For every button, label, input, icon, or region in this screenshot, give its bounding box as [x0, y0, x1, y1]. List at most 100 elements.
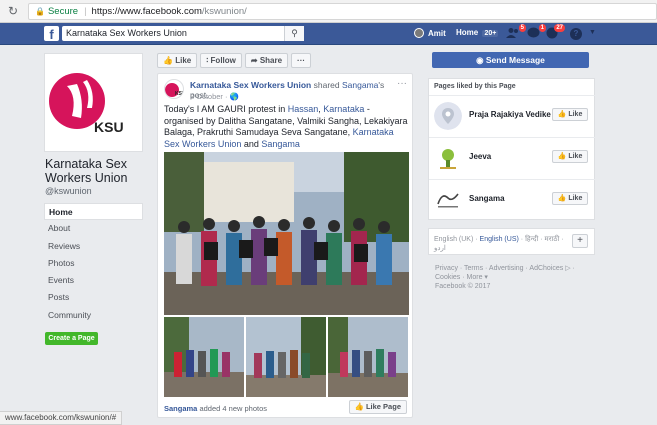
shared-from-link[interactable]: Sangama	[342, 80, 378, 90]
post-main-photo[interactable]	[164, 152, 409, 315]
left-nav-home[interactable]: Home	[44, 203, 143, 221]
reload-icon[interactable]: ↻	[8, 4, 22, 18]
footer-line-2[interactable]: Cookies · More ▾	[435, 273, 590, 282]
post-text-part-1: Today's I AM GAURI protest in	[164, 104, 288, 114]
liked-page-row: Sangama 👍 Like	[429, 179, 596, 219]
globe-notifications-icon[interactable]: 27	[545, 24, 565, 41]
send-message-button[interactable]: ◉ Send Message	[432, 52, 589, 68]
create-page-button[interactable]: Create a Page	[45, 332, 98, 345]
lock-icon: 🔒	[34, 6, 45, 16]
protest-photo-image	[164, 152, 409, 315]
liked-page-like-label: Like	[568, 111, 583, 118]
like-page-action-button[interactable]: 👍 Like	[157, 53, 198, 68]
post-thumbnail-2[interactable]	[246, 317, 326, 397]
svg-text:KSU: KSU	[175, 91, 184, 97]
post-text-and: and	[241, 138, 262, 149]
avatar	[414, 28, 424, 38]
thumbs-up-icon: 👍	[557, 111, 567, 118]
liked-page-thumb[interactable]	[434, 144, 462, 172]
left-nav-events[interactable]: Events	[44, 272, 143, 289]
left-nav-posts[interactable]: Posts	[44, 289, 143, 306]
liked-page-like-button[interactable]: 👍 Like	[552, 192, 588, 205]
thumbs-up-icon: 👍	[163, 56, 173, 65]
liked-page-like-button[interactable]: 👍 Like	[552, 150, 588, 163]
user-name: Amit	[428, 28, 446, 38]
thumbs-up-icon: 👍	[354, 402, 364, 411]
post-thumbnail-1[interactable]	[164, 317, 244, 397]
liked-page-like-label: Like	[568, 195, 583, 202]
rss-icon: ∶	[206, 56, 209, 65]
post-text: Today's I AM GAURI protest in Hassan, Ka…	[164, 104, 409, 150]
liked-page-name[interactable]: Jeeva	[469, 152, 491, 161]
user-profile-link[interactable]: Amit	[414, 28, 446, 38]
language-urdu[interactable]: اردو	[434, 245, 446, 252]
page-profile-picture[interactable]: KSU	[44, 53, 143, 152]
left-nav-reviews[interactable]: Reviews	[44, 238, 143, 255]
thumbs-up-icon: 👍	[557, 153, 567, 160]
footer-text: added 4 new photos	[199, 404, 268, 413]
search-button[interactable]: ⚲	[284, 26, 304, 41]
like-action-label: Like	[175, 56, 192, 65]
more-languages-button[interactable]: +	[572, 234, 588, 248]
liked-page-row: Jeeva 👍 Like	[429, 137, 596, 177]
like-page-label: Like Page	[365, 402, 401, 411]
liked-page-thumb[interactable]	[434, 186, 462, 214]
share-icon: ➦	[250, 56, 258, 65]
post-timestamp[interactable]: 2 October · 🌎	[190, 92, 239, 101]
left-nav-photos[interactable]: Photos	[44, 255, 143, 272]
home-label: Home	[456, 28, 479, 37]
language-box: English (UK) · English (US) · हिन्दी · म…	[428, 228, 595, 255]
home-count-badge: 20+	[482, 30, 499, 37]
footer-copyright: Facebook © 2017	[435, 283, 491, 290]
footer-author-link[interactable]: Sangama	[164, 404, 197, 413]
messages-icon[interactable]: 1	[526, 24, 546, 41]
post-options-icon[interactable]: ···	[397, 78, 407, 89]
pages-liked-title: Pages liked by this Page	[434, 83, 516, 90]
liked-page-name[interactable]: Sangama	[469, 194, 505, 203]
language-list: English (UK) · English (US) · हिन्दी · म…	[434, 236, 564, 252]
url-path: /kswunion/	[201, 5, 247, 17]
globe-icon: 🌎	[229, 92, 239, 101]
share-button[interactable]: ➦ Share	[244, 53, 289, 68]
messenger-icon: ◉	[476, 55, 484, 65]
ksu-logo: KSU	[49, 73, 124, 135]
friend-requests-icon[interactable]: 5	[506, 24, 526, 41]
language-english-us: English (US)	[479, 236, 519, 243]
map-pin-icon	[434, 102, 462, 130]
home-link[interactable]: Home 20+	[456, 28, 499, 37]
notifications-badge: 27	[554, 24, 565, 32]
liked-page-name[interactable]: Praja Rajakiya Vedike	[469, 110, 551, 119]
post-date-text: 2 October ·	[190, 92, 228, 101]
page-actions: 👍 Like ∶ Follow ➦ Share ···	[157, 53, 312, 68]
liked-page-thumb[interactable]	[434, 102, 462, 130]
post-author-link[interactable]: Karnataka Sex Workers Union	[190, 80, 311, 90]
page-title[interactable]: Karnataka Sex Workers Union	[45, 157, 145, 185]
page-handle[interactable]: @kswunion	[45, 186, 92, 196]
follow-button[interactable]: ∶ Follow	[200, 53, 242, 68]
post-thumbnail-3[interactable]	[328, 317, 408, 397]
post-author-avatar[interactable]: KSU	[164, 79, 184, 99]
address-bar[interactable]: 🔒 Secure | https://www.facebook.com/kswu…	[27, 2, 657, 20]
search-value: Karnataka Sex Workers Union	[66, 28, 187, 38]
left-nav-about[interactable]: About	[44, 220, 143, 237]
like-page-button[interactable]: 👍 Like Page	[348, 400, 407, 414]
language-marathi[interactable]: मराठी	[545, 236, 560, 243]
language-english-uk[interactable]: English (UK)	[434, 236, 473, 243]
help-icon[interactable]: ?	[570, 28, 582, 40]
more-options-button[interactable]: ···	[291, 53, 312, 68]
sangama-link[interactable]: Sangama	[261, 139, 300, 149]
karnataka-link[interactable]: Karnataka	[323, 104, 364, 114]
thumbs-up-icon: 👍	[557, 195, 567, 202]
left-nav-community[interactable]: Community	[44, 307, 143, 324]
footer-line-1[interactable]: Privacy · Terms · Advertising · AdChoice…	[435, 264, 590, 273]
search-input[interactable]: Karnataka Sex Workers Union ⚲	[62, 26, 304, 41]
account-menu-caret-icon[interactable]: ▼	[589, 29, 596, 36]
footer-links: Privacy · Terms · Advertising · AdChoice…	[435, 264, 590, 291]
liked-page-like-button[interactable]: 👍 Like	[552, 108, 588, 121]
follow-label: Follow	[210, 56, 236, 65]
facebook-logo-icon[interactable]: f	[44, 26, 59, 42]
browser-toolbar: ↻ 🔒 Secure | https://www.facebook.com/ks…	[0, 0, 657, 23]
page-left-nav: Home About Reviews Photos Events Posts C…	[44, 203, 143, 324]
language-hindi[interactable]: हिन्दी	[525, 236, 538, 243]
hassan-link[interactable]: Hassan	[288, 104, 319, 114]
